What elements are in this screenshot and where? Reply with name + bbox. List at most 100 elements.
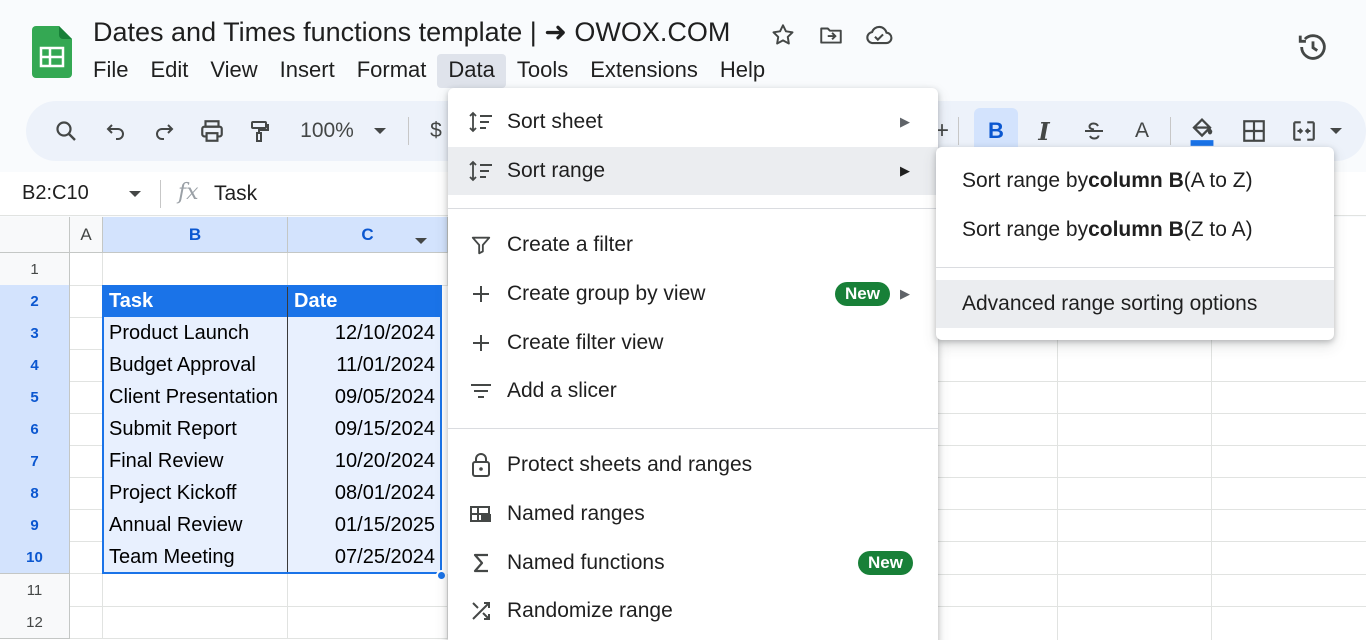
- table-cell-date[interactable]: 12/10/2024: [288, 317, 442, 350]
- cell-a[interactable]: [70, 285, 103, 318]
- sort-icon: [468, 158, 494, 184]
- row-header[interactable]: 2: [0, 285, 70, 318]
- cell-c[interactable]: [288, 606, 448, 639]
- cell-a[interactable]: [70, 381, 103, 414]
- undo-icon[interactable]: [98, 101, 134, 161]
- submenu-item-sort-z-to-a[interactable]: Sort range by column B (Z to A): [936, 206, 1334, 254]
- cell-a[interactable]: [70, 253, 103, 286]
- paint-format-icon[interactable]: [242, 101, 278, 161]
- table-cell-task[interactable]: Submit Report: [103, 413, 288, 446]
- cell-a[interactable]: [70, 349, 103, 382]
- table-cell-date[interactable]: 01/15/2025: [288, 509, 442, 542]
- cell-b[interactable]: [103, 253, 288, 286]
- menu-help[interactable]: Help: [709, 54, 776, 88]
- menu-item-create-filter-view[interactable]: Create filter view: [448, 319, 938, 367]
- cell-a[interactable]: [70, 445, 103, 478]
- search-icon[interactable]: [48, 101, 84, 161]
- print-icon[interactable]: [194, 101, 230, 161]
- document-title[interactable]: Dates and Times functions template | ➜ O…: [93, 17, 730, 48]
- table-cell-date[interactable]: 09/05/2024: [288, 381, 442, 414]
- column-filter-dropdown-icon[interactable]: [414, 231, 428, 251]
- fill-handle[interactable]: [436, 570, 447, 581]
- table-cell-task[interactable]: Client Presentation: [103, 381, 288, 414]
- menu-file[interactable]: File: [82, 54, 139, 88]
- row-header[interactable]: 8: [0, 477, 70, 510]
- table-cell-date[interactable]: 09/15/2024: [288, 413, 442, 446]
- row-header[interactable]: 3: [0, 317, 70, 350]
- row-header[interactable]: 11: [0, 574, 70, 607]
- column-header-b[interactable]: B: [103, 217, 288, 253]
- table-header-date[interactable]: Date: [288, 285, 442, 318]
- cell-b[interactable]: [103, 606, 288, 639]
- menu-item-named-functions[interactable]: Named functions New: [448, 539, 938, 587]
- menu-item-add-slicer[interactable]: Add a slicer: [448, 367, 938, 415]
- submenu-item-advanced-sorting[interactable]: Advanced range sorting options: [936, 280, 1334, 328]
- menu-item-create-group-by-view[interactable]: Create group by view New ▶: [448, 270, 938, 318]
- table-cell-date[interactable]: 10/20/2024: [288, 445, 442, 478]
- zoom-select[interactable]: 100%: [294, 101, 360, 161]
- menu-data[interactable]: Data: [437, 54, 506, 88]
- menu-insert[interactable]: Insert: [269, 54, 346, 88]
- cell-a[interactable]: [70, 317, 103, 350]
- cell-a[interactable]: [70, 541, 103, 574]
- cloud-saved-icon[interactable]: [864, 20, 894, 50]
- table-header-task[interactable]: Task: [103, 285, 288, 318]
- zoom-dropdown-icon[interactable]: [366, 101, 394, 161]
- select-all-corner[interactable]: [0, 217, 70, 253]
- cell-a[interactable]: [70, 606, 103, 639]
- row-header[interactable]: 5: [0, 381, 70, 414]
- menu-edit[interactable]: Edit: [139, 54, 199, 88]
- cell-b[interactable]: [103, 574, 288, 607]
- move-folder-icon[interactable]: [816, 20, 846, 50]
- cell-a[interactable]: [70, 574, 103, 607]
- name-box[interactable]: B2:C10: [22, 182, 89, 205]
- currency-format-button[interactable]: $: [424, 101, 448, 161]
- star-icon[interactable]: [768, 20, 798, 50]
- menu-item-sort-range[interactable]: Sort range ▶: [448, 147, 938, 195]
- row-header[interactable]: 10: [0, 541, 70, 574]
- sheets-logo-icon[interactable]: [32, 26, 72, 78]
- menu-item-named-ranges[interactable]: Named ranges: [448, 490, 938, 538]
- menu-view[interactable]: View: [199, 54, 268, 88]
- table-cell-task[interactable]: Team Meeting: [103, 541, 288, 574]
- row-header[interactable]: 12: [0, 606, 70, 639]
- cell-c[interactable]: [288, 253, 448, 286]
- menu-item-sort-sheet[interactable]: Sort sheet ▶: [448, 98, 938, 146]
- fx-icon: fx: [178, 180, 199, 205]
- cell-a[interactable]: [70, 413, 103, 446]
- column-header-a[interactable]: A: [70, 217, 103, 253]
- row-header[interactable]: 4: [0, 349, 70, 382]
- row-header[interactable]: 6: [0, 413, 70, 446]
- table-cell-task[interactable]: Project Kickoff: [103, 477, 288, 510]
- version-history-icon[interactable]: [1294, 28, 1332, 66]
- menu-format[interactable]: Format: [346, 54, 438, 88]
- row-header[interactable]: 9: [0, 509, 70, 542]
- submenu-arrow-icon: ▶: [900, 163, 910, 178]
- row-header[interactable]: 1: [0, 253, 70, 286]
- table-cell-task[interactable]: Annual Review: [103, 509, 288, 542]
- menu-item-randomize-range[interactable]: Randomize range: [448, 587, 938, 635]
- row-header[interactable]: 7: [0, 445, 70, 478]
- table-cell-task[interactable]: Final Review: [103, 445, 288, 478]
- menu-item-protect-sheets[interactable]: Protect sheets and ranges: [448, 441, 938, 489]
- name-box-dropdown-icon[interactable]: [128, 184, 142, 209]
- table-cell-date[interactable]: 11/01/2024: [288, 349, 442, 382]
- new-badge: New: [835, 282, 890, 306]
- table-cell-task[interactable]: Budget Approval: [103, 349, 288, 382]
- formula-input[interactable]: Task: [214, 182, 257, 206]
- menu-extensions[interactable]: Extensions: [579, 54, 709, 88]
- menu-tools[interactable]: Tools: [506, 54, 579, 88]
- column-header-c-label: C: [361, 224, 374, 244]
- cell-a[interactable]: [70, 509, 103, 542]
- cell-c[interactable]: [288, 574, 448, 607]
- redo-icon[interactable]: [146, 101, 182, 161]
- table-cell-date[interactable]: 07/25/2024: [288, 541, 442, 574]
- table-cell-task[interactable]: Product Launch: [103, 317, 288, 350]
- cell-a[interactable]: [70, 477, 103, 510]
- menu-item-create-filter[interactable]: Create a filter: [448, 221, 938, 269]
- submenu-item-sort-a-to-z[interactable]: Sort range by column B (A to Z): [936, 157, 1334, 205]
- menu-item-label: Sort sheet: [507, 110, 603, 133]
- submenu-item-text: Advanced range sorting options: [962, 292, 1258, 315]
- column-header-c[interactable]: C: [288, 217, 448, 253]
- table-cell-date[interactable]: 08/01/2024: [288, 477, 442, 510]
